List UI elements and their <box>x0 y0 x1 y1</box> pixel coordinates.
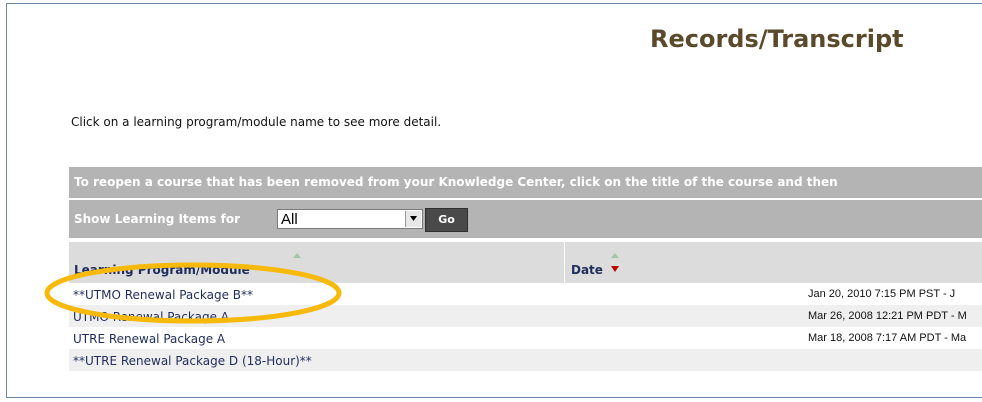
table-row: **UTRE Renewal Package D (18-Hour)** <box>69 349 982 371</box>
filter-bar: Show Learning Items for All Go <box>69 200 982 238</box>
column-header-date-label[interactable]: Date <box>571 263 603 277</box>
instruction-text: Click on a learning program/module name … <box>71 115 442 129</box>
table-header-row: Learning Program/Module Date <box>69 242 982 283</box>
learning-items-select-value: All <box>281 211 298 228</box>
sort-down-icon[interactable] <box>610 264 620 274</box>
filter-label: Show Learning Items for <box>74 212 241 226</box>
notice-text: To reopen a course that has been removed… <box>74 175 838 189</box>
chevron-down-icon[interactable] <box>405 211 421 227</box>
notice-bar: To reopen a course that has been removed… <box>69 167 982 198</box>
date-cell: Mar 18, 2008 7:17 AM PDT - Ma <box>808 332 967 344</box>
column-header-program[interactable]: Learning Program/Module <box>69 242 565 283</box>
sort-up-icon[interactable] <box>292 252 302 262</box>
program-link[interactable]: UTRE Renewal Package A <box>73 332 225 346</box>
column-header-program-label[interactable]: Learning Program/Module <box>74 263 250 277</box>
table-row: UTMO Renewal Package A Mar 26, 2008 12:2… <box>69 305 982 327</box>
go-button[interactable]: Go <box>425 208 468 232</box>
column-header-date[interactable]: Date <box>566 242 982 283</box>
date-cell: Jan 20, 2010 7:15 PM PST - J <box>808 288 956 300</box>
program-link[interactable]: **UTRE Renewal Package D (18-Hour)** <box>73 354 312 368</box>
program-link[interactable]: UTMO Renewal Package A <box>73 310 229 324</box>
program-link[interactable]: **UTMO Renewal Package B** <box>73 288 253 302</box>
table-row: UTRE Renewal Package A Mar 18, 2008 7:17… <box>69 327 982 349</box>
date-cell: Mar 26, 2008 12:21 PM PDT - M <box>808 310 967 322</box>
learning-items-select[interactable]: All <box>277 209 423 229</box>
table-row: **UTMO Renewal Package B** Jan 20, 2010 … <box>69 283 982 305</box>
page-title: Records/Transcript <box>650 25 904 53</box>
sort-up-icon[interactable] <box>610 252 620 262</box>
